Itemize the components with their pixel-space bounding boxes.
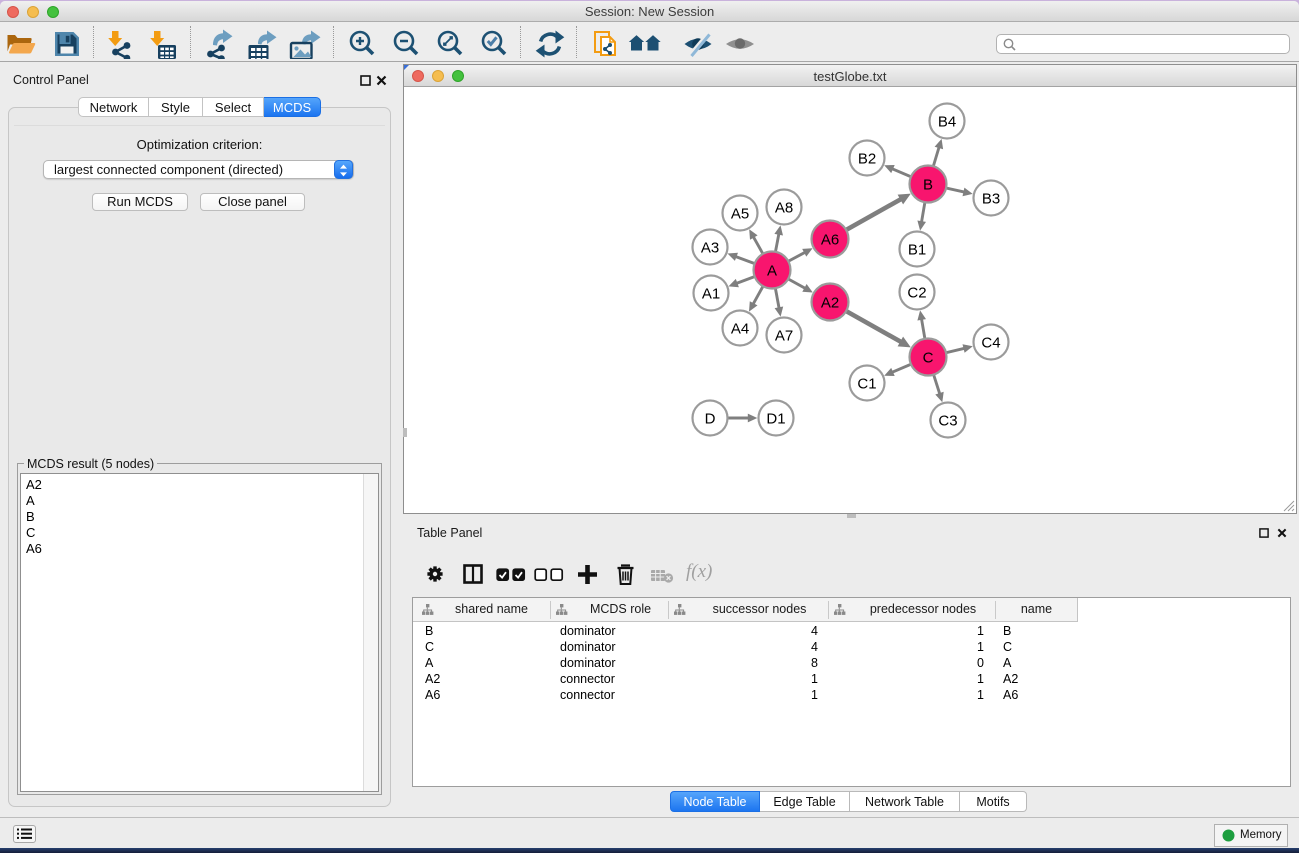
svg-text:C1: C1 <box>857 375 876 392</box>
svg-text:B4: B4 <box>938 113 956 130</box>
svg-text:A6: A6 <box>821 231 839 248</box>
svg-text:A5: A5 <box>731 205 749 222</box>
svg-text:B1: B1 <box>908 241 926 258</box>
svg-text:A: A <box>767 262 777 279</box>
svg-text:A8: A8 <box>775 199 793 216</box>
svg-text:B2: B2 <box>858 150 876 167</box>
svg-text:A4: A4 <box>731 320 749 337</box>
svg-text:A7: A7 <box>775 327 793 344</box>
svg-text:A2: A2 <box>821 294 839 311</box>
svg-text:C4: C4 <box>981 334 1000 351</box>
svg-text:C3: C3 <box>938 412 957 429</box>
svg-text:C: C <box>923 349 934 366</box>
svg-text:A1: A1 <box>702 285 720 302</box>
svg-text:A3: A3 <box>701 239 719 256</box>
svg-text:D1: D1 <box>766 410 785 427</box>
svg-text:B3: B3 <box>982 190 1000 207</box>
svg-text:B: B <box>923 176 933 193</box>
svg-text:D: D <box>705 410 716 427</box>
svg-text:C2: C2 <box>907 284 926 301</box>
